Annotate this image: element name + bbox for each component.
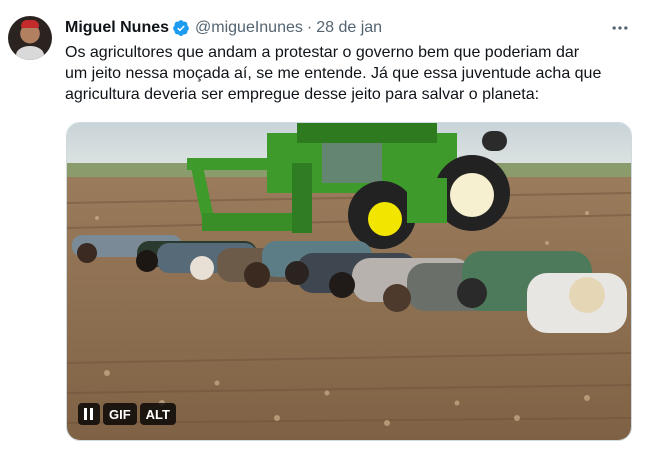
tweet-header: Miguel Nunes @migueInunes · 28 de jan xyxy=(65,17,382,39)
tweet-media-gif[interactable] xyxy=(66,122,632,441)
tweet-date[interactable]: 28 de jan xyxy=(316,19,382,37)
pause-icon xyxy=(84,408,93,420)
author-handle[interactable]: @migueInunes xyxy=(195,19,303,37)
alt-badge[interactable]: ALT xyxy=(139,403,176,425)
media-badges: GIF ALT xyxy=(78,403,176,425)
separator-dot: · xyxy=(306,19,313,36)
pause-button[interactable] xyxy=(78,403,100,425)
ellipsis-icon xyxy=(612,26,628,30)
tweet-text: Os agricultores que andam a protestar o … xyxy=(65,44,602,103)
verified-badge-icon[interactable] xyxy=(172,19,190,37)
more-options-button[interactable] xyxy=(608,17,632,39)
gif-badge[interactable]: GIF xyxy=(103,403,137,425)
author-avatar[interactable] xyxy=(8,16,52,60)
author-name[interactable]: Miguel Nunes xyxy=(65,19,169,37)
gif-frame-image xyxy=(67,123,631,440)
tweet-card[interactable]: Miguel Nunes @migueInunes · 28 de jan Os… xyxy=(0,0,650,450)
